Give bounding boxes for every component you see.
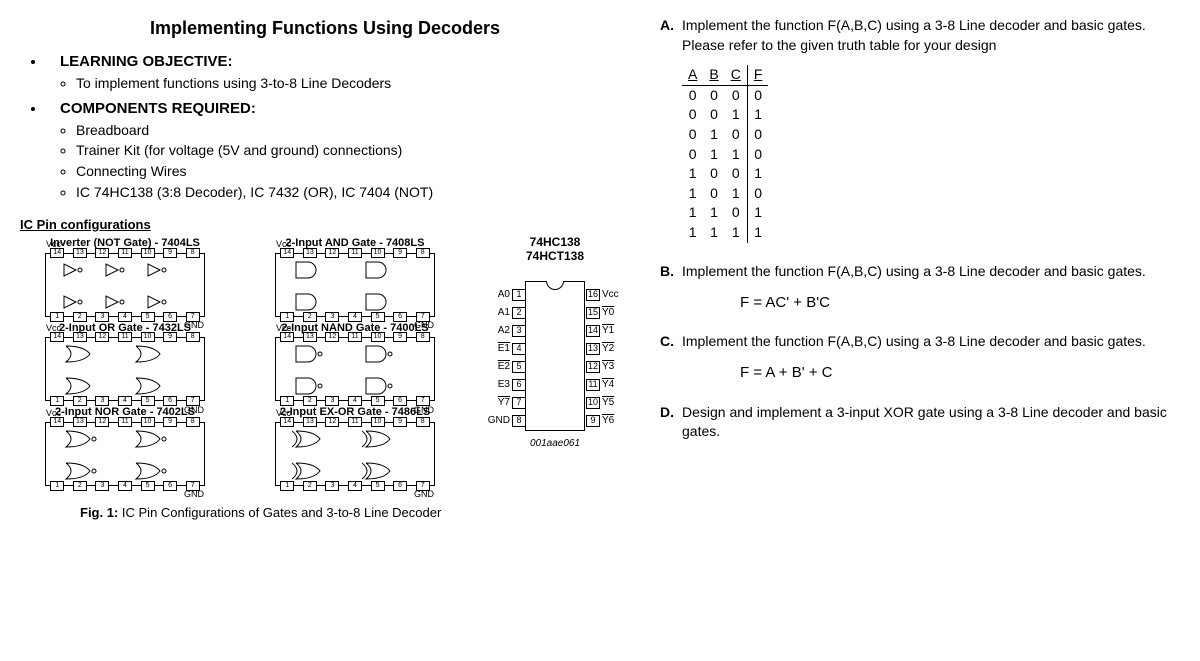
task-body: Implement the function F(A,B,C) using a … — [682, 332, 1180, 352]
task-text: Implement the function F(A,B,C) using a … — [682, 333, 1146, 349]
decoder-pin-left: A23 — [484, 324, 526, 338]
decoder-pin-right: 11Y4 — [586, 378, 628, 392]
truth-row: 1111 — [682, 223, 768, 243]
components-item: Trainer Kit (for voltage (5V and ground)… — [76, 141, 630, 161]
decoder-pin-left: E14 — [484, 342, 526, 356]
page-root: Implementing Functions Using Decoders LE… — [20, 10, 1180, 522]
decoder-pin-left: A12 — [484, 306, 526, 320]
truth-row: 1101 — [682, 203, 768, 223]
and-gate-icon — [276, 254, 436, 318]
formula-c: F = A + B' + C — [740, 362, 1180, 383]
task-letter: B. — [660, 262, 682, 282]
dip-icon: Vcc GND 141312111098 1234567 — [275, 422, 435, 486]
decoder-pin-left: GND8 — [484, 414, 526, 428]
decoder-pin-right: 16Vcc — [586, 288, 628, 302]
decoder-pin-right: 13Y2 — [586, 342, 628, 356]
task-a: A. Implement the function F(A,B,C) using… — [660, 16, 1180, 55]
decoder-pin-right: 9Y6 — [586, 414, 628, 428]
truth-row: 0110 — [682, 145, 768, 165]
left-column: Implementing Functions Using Decoders LE… — [20, 10, 630, 522]
or-gate-icon — [46, 338, 206, 402]
main-list: LEARNING OBJECTIVE: To implement functio… — [46, 51, 630, 202]
chip-7408: 2-Input AND Gate - 7408LS Vcc GND 141312… — [250, 236, 460, 316]
chip-7486: 2-Input EX-OR Gate - 7486LS Vcc GND 1413… — [250, 405, 460, 485]
task-body: Design and implement a 3-input XOR gate … — [682, 403, 1180, 442]
learning-item: To implement functions using 3-to-8 Line… — [76, 74, 630, 94]
components-items: Breadboard Trainer Kit (for voltage (5V … — [76, 121, 630, 202]
task-body: Implement the function F(A,B,C) using a … — [682, 16, 1180, 55]
task-letter: C. — [660, 332, 682, 352]
task-d: D. Design and implement a 3-input XOR ga… — [660, 403, 1180, 442]
truth-row: 0011 — [682, 105, 768, 125]
task-body: Implement the function F(A,B,C) using a … — [682, 262, 1180, 282]
pin-config-grid: Inverter (NOT Gate) - 7404LS Vcc GND 141… — [20, 236, 630, 485]
decoder-body-icon: A01A12A23E14E25E36Y77GND8 16Vcc15Y014Y11… — [525, 281, 585, 431]
components-item: Breadboard — [76, 121, 630, 141]
pin-col-2: 2-Input AND Gate - 7408LS Vcc GND 141312… — [250, 236, 460, 485]
task-c: C. Implement the function F(A,B,C) using… — [660, 332, 1180, 352]
notch-icon — [546, 281, 564, 290]
truth-row: 1001 — [682, 164, 768, 184]
dip-icon: Vcc GND 141312111098 1234567 — [45, 337, 205, 401]
figure-caption: Fig. 1: IC Pin Configurations of Gates a… — [80, 504, 630, 522]
pin-config-header: IC Pin configurations — [20, 216, 630, 234]
dip-icon: Vcc GND 141312111098 1234567 — [275, 253, 435, 317]
decoder-pin-right: 15Y0 — [586, 306, 628, 320]
task-text: Please refer to the given truth table fo… — [682, 37, 996, 53]
decoder-pin-right: 10Y5 — [586, 396, 628, 410]
truth-row: 0100 — [682, 125, 768, 145]
task-b: B. Implement the function F(A,B,C) using… — [660, 262, 1180, 282]
nor-gate-icon — [46, 423, 206, 487]
learning-header: LEARNING OBJECTIVE: — [60, 53, 233, 70]
components-item: IC 74HC138 (3:8 Decoder), IC 7432 (OR), … — [76, 183, 630, 203]
decoder-pin-right: 12Y3 — [586, 360, 628, 374]
decoder-title: 74HC13874HCT138 — [526, 236, 584, 262]
truth-row: 0000 — [682, 85, 768, 105]
not-gate-icon — [46, 254, 206, 318]
dip-icon: Vcc GND 141312111098 1234567 — [45, 422, 205, 486]
chip-7404: Inverter (NOT Gate) - 7404LS Vcc GND 141… — [20, 236, 230, 316]
truth-row: 1010 — [682, 184, 768, 204]
decoder-74hc138: 74HC13874HCT138 A01A12A23E14E25E36Y77GND… — [480, 236, 630, 485]
truth-header: A B C F — [682, 65, 768, 85]
decoder-pin-right: 14Y1 — [586, 324, 628, 338]
page-title: Implementing Functions Using Decoders — [150, 16, 630, 41]
components-header: COMPONENTS REQUIRED: — [60, 100, 256, 117]
decoder-pin-left: E36 — [484, 378, 526, 392]
formula-b: F = AC' + B'C — [740, 292, 1180, 313]
truth-table: A B C F 00000011010001101001101011011111 — [682, 65, 768, 242]
decoder-footer: 001aae061 — [530, 437, 580, 451]
decoder-pin-left: A01 — [484, 288, 526, 302]
learning-items: To implement functions using 3-to-8 Line… — [76, 74, 630, 94]
task-text: Design and implement a 3-input XOR gate … — [682, 404, 1167, 440]
xor-gate-icon — [276, 423, 436, 487]
pin-col-1: Inverter (NOT Gate) - 7404LS Vcc GND 141… — [20, 236, 230, 485]
chip-7432: 2-Input OR Gate - 7432LS Vcc GND 1413121… — [20, 321, 230, 401]
decoder-pin-left: Y77 — [484, 396, 526, 410]
task-letter: D. — [660, 403, 682, 442]
task-letter: A. — [660, 16, 682, 55]
chip-7402: 2-Input NOR Gate - 7402LS Vcc GND 141312… — [20, 405, 230, 485]
components-item: Connecting Wires — [76, 162, 630, 182]
chip-7400: 2-Input NAND Gate - 7400LS Vcc GND 14131… — [250, 321, 460, 401]
dip-icon: Vcc GND 141312111098 1234567 — [275, 337, 435, 401]
task-text: Implement the function F(A,B,C) using a … — [682, 263, 1146, 279]
dip-icon: Vcc GND 141312111098 1234567 — [45, 253, 205, 317]
task-text: Implement the function F(A,B,C) using a … — [682, 17, 1146, 33]
right-column: A. Implement the function F(A,B,C) using… — [660, 10, 1180, 522]
nand-gate-icon — [276, 338, 436, 402]
decoder-pin-left: E25 — [484, 360, 526, 374]
